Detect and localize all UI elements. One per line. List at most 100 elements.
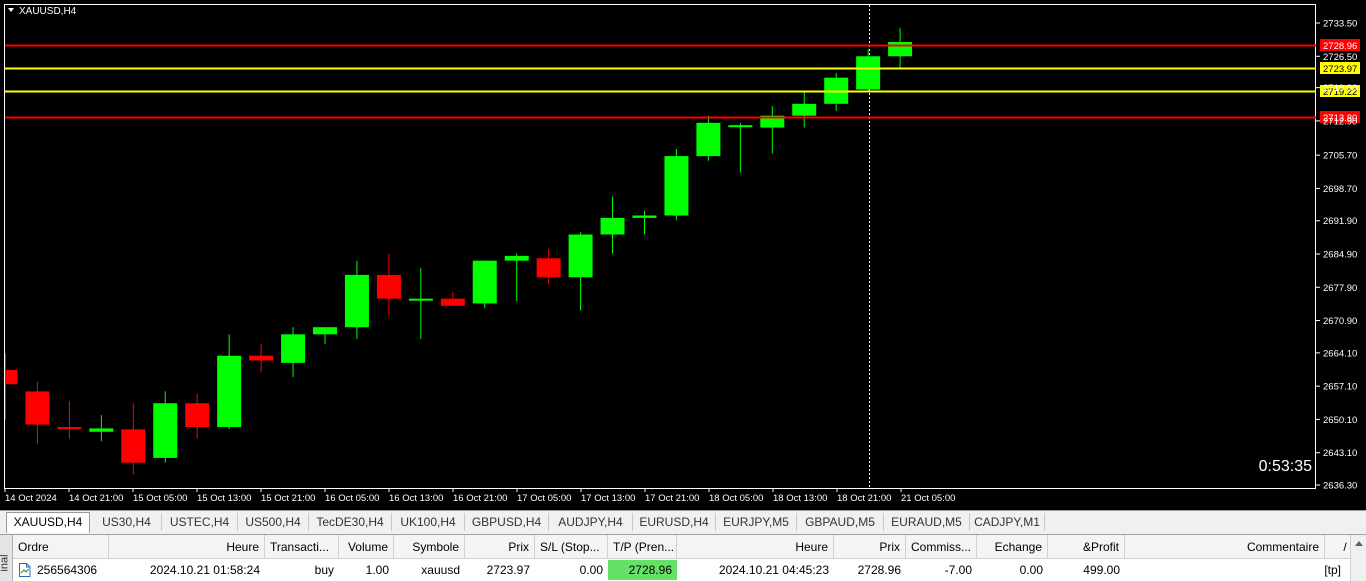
candle-body-bull bbox=[153, 403, 178, 458]
time-tick-label: 15 Oct 13:00 bbox=[197, 493, 251, 504]
cell-ordre: 256564306 bbox=[37, 563, 98, 577]
candle-body-bull bbox=[696, 122, 721, 157]
chart-tab[interactable]: GBPAUD,M5 bbox=[797, 513, 884, 531]
time-tick-label: 16 Oct 21:00 bbox=[453, 493, 507, 504]
candle-body-bear bbox=[249, 355, 274, 361]
price-line-label: 2728.96 bbox=[1323, 41, 1357, 52]
price-tick-label: 2684.90 bbox=[1323, 250, 1357, 261]
col-header-heure[interactable]: Heure bbox=[109, 535, 265, 559]
price-tick-label: 2657.10 bbox=[1323, 382, 1357, 393]
cell-sl: 0.00 bbox=[579, 563, 603, 577]
cell-commentaire: [tp] bbox=[1324, 563, 1341, 577]
candle-body-bull bbox=[217, 355, 242, 428]
candle-body-bull bbox=[472, 260, 497, 304]
cell-profit: 499.00 bbox=[1083, 563, 1120, 577]
price-tick-label: 2726.50 bbox=[1323, 52, 1357, 63]
price-line-label: 2723.97 bbox=[1323, 64, 1357, 75]
time-tick-label: 16 Oct 05:00 bbox=[325, 493, 379, 504]
price-axis: 2733.50 2726.50 2719.90 2712.90 2705.70 2698.… bbox=[1316, 19, 1357, 492]
terminal-scrollbar[interactable] bbox=[1350, 535, 1366, 581]
col-header-echange[interactable]: Echange bbox=[977, 535, 1048, 559]
cell-prix-close: 2728.96 bbox=[857, 563, 901, 577]
price-chart[interactable]: XAUUSD,H4 2728.96 2723.97 2719.22 2713.80 2… bbox=[0, 0, 1366, 510]
chart-tab[interactable]: EURUSD,H4 bbox=[633, 513, 716, 531]
time-tick-label: 18 Oct 13:00 bbox=[773, 493, 827, 504]
candle-body-bull bbox=[568, 234, 593, 278]
cell-echange: 0.00 bbox=[1019, 563, 1043, 577]
col-header-prix[interactable]: Prix bbox=[465, 535, 535, 559]
chart-tab[interactable]: EURAUD,M5 bbox=[884, 513, 970, 531]
price-tick-label: 2719.90 bbox=[1323, 83, 1357, 94]
time-tick-label: 18 Oct 05:00 bbox=[709, 493, 763, 504]
candle bbox=[472, 260, 497, 309]
time-tick-label: 17 Oct 13:00 bbox=[581, 493, 635, 504]
col-header-symbole[interactable]: Symbole bbox=[394, 535, 465, 559]
terminal-panel: inal Ordre Heure Transacti... Volume Sym… bbox=[0, 534, 1366, 581]
chart-tab[interactable]: US30,H4 bbox=[92, 513, 162, 531]
col-header-commentaire[interactable]: Commentaire bbox=[1125, 535, 1325, 559]
candle-body-bear bbox=[121, 429, 146, 463]
candle-body-bear bbox=[57, 427, 82, 430]
col-header-ordre[interactable]: Ordre bbox=[13, 535, 109, 559]
time-tick-label: 15 Oct 21:00 bbox=[261, 493, 315, 504]
col-header-heure-close[interactable]: Heure bbox=[677, 535, 834, 559]
candle-body-bear bbox=[25, 391, 50, 425]
candle-body-bull bbox=[89, 428, 114, 432]
chart-tab[interactable]: TecDE30,H4 bbox=[309, 513, 392, 531]
time-tick-label: 17 Oct 05:00 bbox=[517, 493, 571, 504]
price-tick-label: 2664.10 bbox=[1323, 348, 1357, 359]
col-header-transaction[interactable]: Transacti... bbox=[265, 535, 339, 559]
cell-transaction: buy bbox=[314, 563, 334, 577]
candle-body-bear bbox=[536, 258, 561, 278]
candle-body-bull bbox=[313, 327, 337, 335]
candle-body-bull bbox=[856, 56, 881, 90]
chart-canvas[interactable]: XAUUSD,H4 2728.962723.972719.222713.80 2… bbox=[0, 0, 1366, 510]
price-tick-label: 2698.70 bbox=[1323, 184, 1357, 195]
col-header-tp[interactable]: T/P (Pren... bbox=[608, 535, 677, 559]
candle-body-bull bbox=[504, 255, 529, 261]
candle-body-bull bbox=[600, 217, 625, 235]
chart-tab[interactable]: AUDJPY,H4 bbox=[549, 513, 633, 531]
time-tick-label: 16 Oct 13:00 bbox=[389, 493, 443, 504]
candle bbox=[664, 148, 689, 221]
col-header-sl[interactable]: S/L (Stop... bbox=[535, 535, 608, 559]
cell-symbole: xauusd bbox=[421, 563, 460, 577]
price-tick-label: 2643.10 bbox=[1323, 448, 1357, 459]
col-header-volume[interactable]: Volume bbox=[339, 535, 394, 559]
chart-tabs-bar: XAUUSD,H4 US30,H4 USTEC,H4 US500,H4 TecDE30,… bbox=[0, 510, 1366, 533]
order-document-icon bbox=[19, 563, 31, 577]
col-header-profit[interactable]: &Profit bbox=[1048, 535, 1125, 559]
candle-body-bear bbox=[440, 298, 465, 306]
candle-body-bull bbox=[408, 298, 433, 301]
chart-tab[interactable]: XAUUSD,H4 bbox=[6, 512, 90, 533]
time-tick-label: 14 Oct 2024 bbox=[5, 493, 57, 504]
chart-tab[interactable]: USTEC,H4 bbox=[162, 513, 238, 531]
time-tick-label: 14 Oct 21:00 bbox=[69, 493, 123, 504]
price-tick-label: 2677.90 bbox=[1323, 283, 1357, 294]
col-header-commission[interactable]: Commiss... bbox=[906, 535, 977, 559]
price-tick-label: 2670.90 bbox=[1323, 316, 1357, 327]
chart-tab[interactable]: GBPUSD,H4 bbox=[465, 513, 549, 531]
col-header-prix-close[interactable]: Prix bbox=[834, 535, 906, 559]
candle-body-bull bbox=[728, 125, 753, 128]
time-tick-label: 21 Oct 05:00 bbox=[901, 493, 955, 504]
price-tick-label: 2636.30 bbox=[1323, 481, 1357, 492]
cell-tp-highlighted: 2728.96 bbox=[608, 560, 677, 580]
time-tick-label: 17 Oct 21:00 bbox=[645, 493, 699, 504]
cell-volume: 1.00 bbox=[365, 563, 389, 577]
chart-tab[interactable]: CADJPY,M1 bbox=[970, 513, 1045, 531]
price-tick-label: 2705.70 bbox=[1323, 151, 1357, 162]
price-tick-label: 2650.10 bbox=[1323, 415, 1357, 426]
cell-heure: 2024.10.21 01:58:24 bbox=[149, 563, 260, 577]
cell-heure-close: 2024.10.21 04:45:23 bbox=[718, 563, 829, 577]
chart-tab[interactable]: EURJPY,M5 bbox=[716, 513, 797, 531]
candle-body-bull bbox=[792, 103, 817, 116]
chart-tab[interactable]: UK100,H4 bbox=[392, 513, 465, 531]
candle-body-bear bbox=[376, 274, 401, 299]
chart-tab[interactable]: US500,H4 bbox=[238, 513, 309, 531]
candle-body-bear bbox=[185, 403, 210, 428]
time-tick-label: 18 Oct 21:00 bbox=[837, 493, 891, 504]
candle-body-bull bbox=[344, 274, 369, 328]
scroll-up-arrow-icon[interactable] bbox=[1355, 541, 1363, 546]
candle-body-bull bbox=[281, 334, 306, 363]
